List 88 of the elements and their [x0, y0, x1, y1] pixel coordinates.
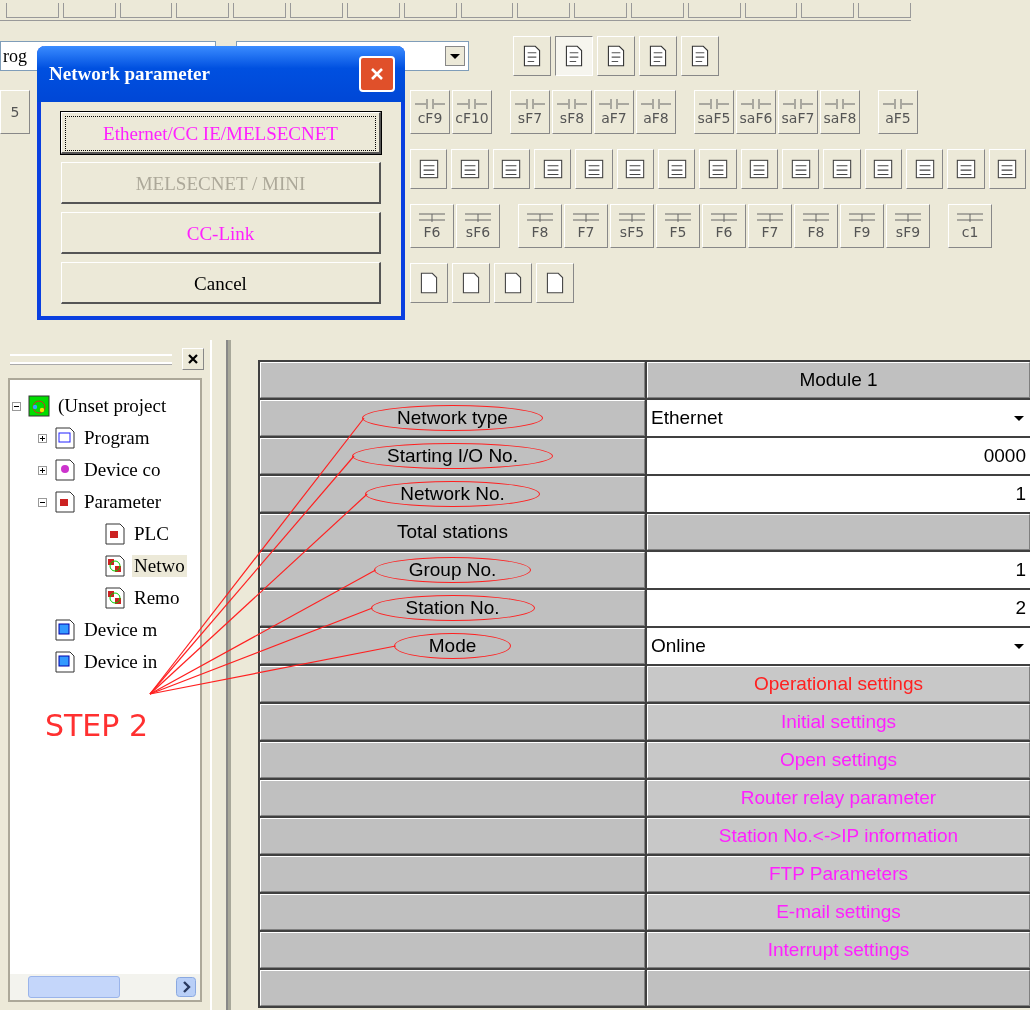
function-key-button[interactable]: saF6 [736, 90, 776, 134]
contact-symbol-icon [741, 98, 771, 110]
function-key-button[interactable]: F7 [564, 204, 608, 248]
document-icon [54, 491, 76, 513]
line-symbol-icon [663, 212, 693, 224]
line-symbol-icon [417, 212, 447, 224]
function-key-button[interactable]: 5 [0, 90, 30, 134]
function-key-button[interactable]: F8 [794, 204, 838, 248]
line-symbol-icon [755, 212, 785, 224]
document-icon [54, 651, 76, 673]
function-key-button[interactable]: saF8 [820, 90, 860, 134]
row-label: Total stations [396, 520, 509, 544]
tree-item[interactable]: Device in [82, 651, 160, 673]
dialog-button[interactable]: Cancel [61, 262, 381, 304]
line-symbol-icon [955, 212, 985, 224]
tree-item[interactable]: Netwo [132, 555, 187, 577]
function-key-button[interactable]: F6 [702, 204, 746, 248]
line-symbol-icon [847, 212, 877, 224]
tree-item[interactable]: PLC [132, 523, 171, 545]
line-symbol-icon [463, 212, 493, 224]
expander-icon[interactable] [36, 433, 48, 443]
function-key-button[interactable]: F9 [840, 204, 884, 248]
project-icon [28, 395, 50, 417]
function-key-button[interactable]: cF9 [410, 90, 450, 134]
scroll-right-icon[interactable] [176, 977, 196, 997]
close-icon [369, 66, 385, 82]
dialog-title: Network parameter [49, 63, 210, 85]
contact-symbol-icon [825, 98, 855, 110]
input-field[interactable]: 2 [647, 590, 1030, 626]
function-key-button[interactable]: cF10 [452, 90, 492, 134]
expander-icon[interactable] [36, 465, 48, 475]
tree-item[interactable]: Parameter [82, 491, 163, 513]
line-symbol-icon [617, 212, 647, 224]
document-icon [104, 523, 126, 545]
document-icon [104, 587, 126, 609]
contact-symbol-icon [557, 98, 587, 110]
grip-handle[interactable] [10, 354, 172, 364]
function-key-button[interactable]: sF9 [886, 204, 930, 248]
contact-symbol-icon [883, 98, 913, 110]
document-icon [104, 555, 126, 577]
scroll-thumb[interactable] [28, 976, 120, 998]
contact-symbol-icon [515, 98, 545, 110]
line-symbol-icon [893, 212, 923, 224]
function-key-button[interactable]: c1 [948, 204, 992, 248]
collapse-icon[interactable] [10, 401, 22, 411]
document-icon [54, 619, 76, 641]
toolbar-button[interactable] [555, 36, 593, 76]
function-key-button[interactable]: saF7 [778, 90, 818, 134]
function-key-button[interactable]: F5 [656, 204, 700, 248]
contact-symbol-icon [783, 98, 813, 110]
column-header: Module 1 [647, 362, 1030, 398]
function-key-button[interactable]: aF7 [594, 90, 634, 134]
dropdown-field[interactable]: Online [647, 628, 1030, 664]
contact-symbol-icon [599, 98, 629, 110]
function-key-button[interactable]: aF5 [878, 90, 918, 134]
line-symbol-icon [801, 212, 831, 224]
input-field[interactable]: 1 [647, 476, 1030, 512]
function-key-button[interactable]: F6 [410, 204, 454, 248]
dropdown-field[interactable]: Ethernet [647, 400, 1030, 436]
function-key-button[interactable]: saF5 [694, 90, 734, 134]
contact-symbol-icon [641, 98, 671, 110]
close-icon [187, 353, 199, 365]
line-symbol-icon [525, 212, 555, 224]
input-field[interactable]: 1 [647, 552, 1030, 588]
document-icon [54, 427, 76, 449]
tree-item[interactable]: Device co [82, 459, 163, 481]
tree-item[interactable]: Remo [132, 587, 182, 609]
function-key-button[interactable]: F8 [518, 204, 562, 248]
line-symbol-icon [709, 212, 739, 224]
contact-symbol-icon [699, 98, 729, 110]
step-label: STEP 2 [45, 708, 149, 743]
line-symbol-icon [571, 212, 601, 224]
tree-item[interactable]: Device m [82, 619, 160, 641]
tree-item[interactable]: Program [82, 427, 152, 449]
expander-icon[interactable] [36, 497, 48, 507]
tree-item[interactable]: (Unset project [56, 395, 169, 417]
horizontal-scrollbar[interactable] [10, 974, 200, 1000]
function-key-button[interactable]: sF5 [610, 204, 654, 248]
input-field[interactable]: 0000 [647, 438, 1030, 474]
function-key-button[interactable]: F7 [748, 204, 792, 248]
function-key-button[interactable]: sF8 [552, 90, 592, 134]
function-key-button[interactable]: sF6 [456, 204, 500, 248]
contact-symbol-icon [415, 98, 445, 110]
function-key-button[interactable]: sF7 [510, 90, 550, 134]
document-icon [54, 459, 76, 481]
close-button[interactable] [182, 348, 204, 370]
contact-symbol-icon [457, 98, 487, 110]
function-key-button[interactable]: aF8 [636, 90, 676, 134]
